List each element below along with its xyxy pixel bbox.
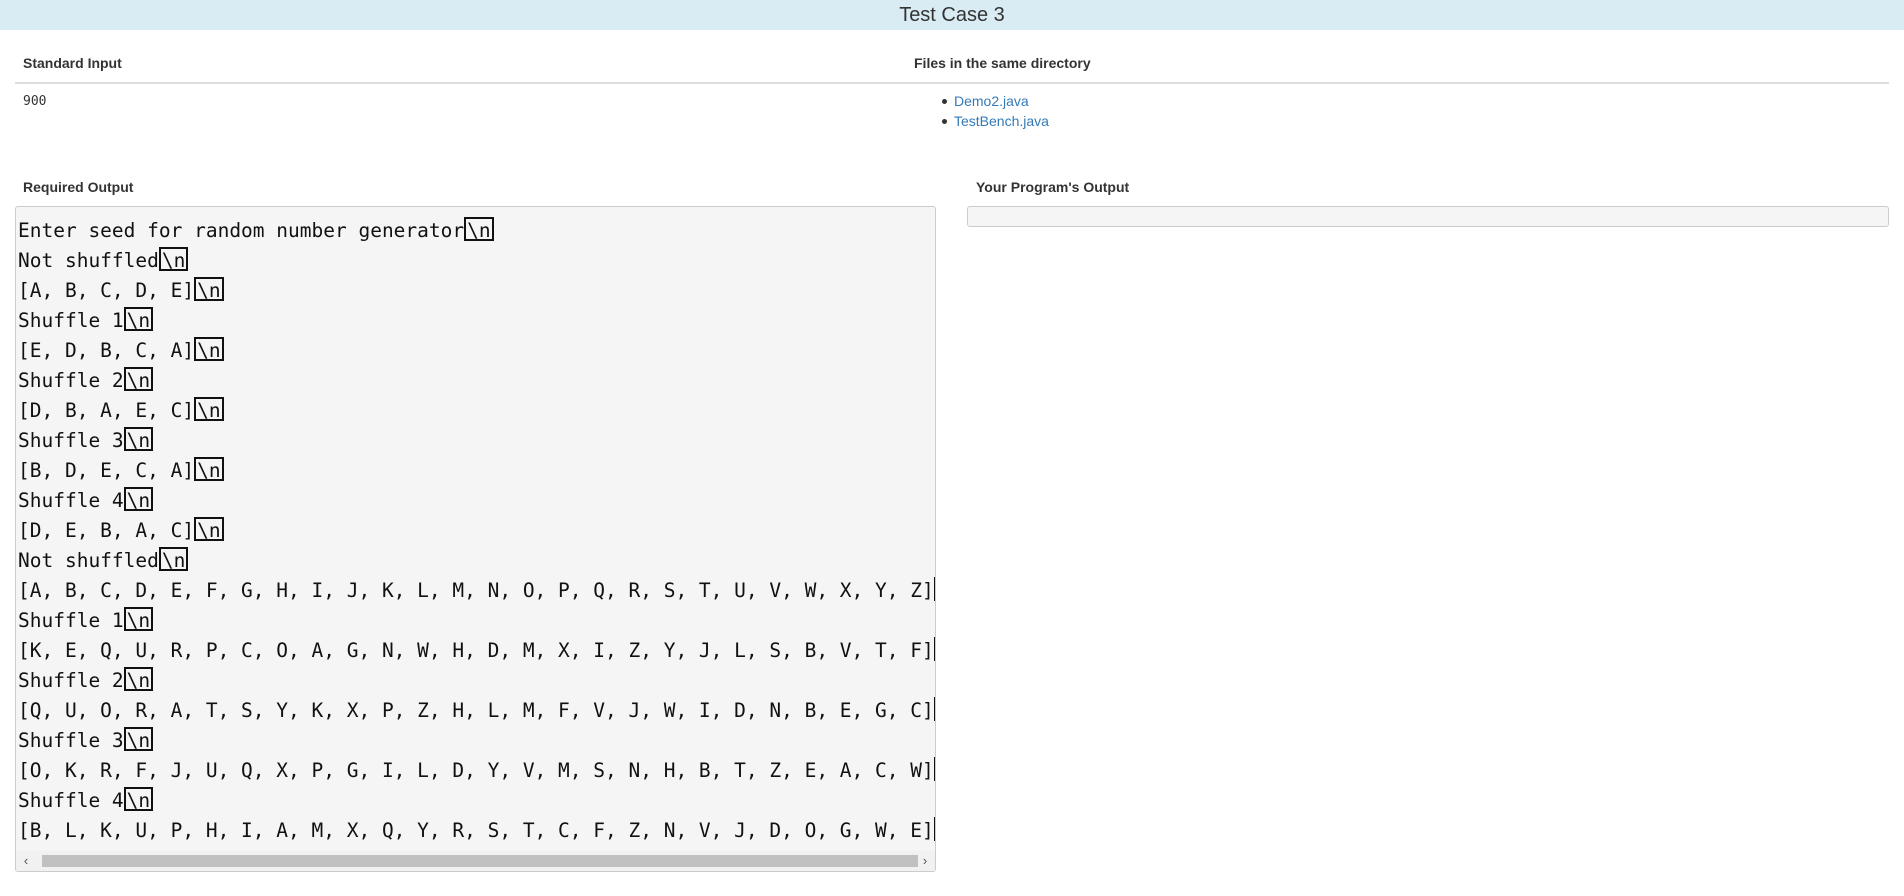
- output-line: [D, B, A, E, C] \n: [18, 396, 935, 426]
- output-line: Shuffle 3 \n: [18, 726, 935, 756]
- newline-marker: \n: [123, 367, 154, 392]
- output-line: [A, B, C, D, E] \n: [18, 276, 935, 306]
- output-line: [K, E, Q, U, R, P, C, O, A, G, N, W, H, …: [18, 636, 935, 666]
- newline-marker: \n: [933, 577, 935, 601]
- bullet-icon: [942, 99, 947, 104]
- output-line-text: [B, L, K, U, P, H, I, A, M, X, Q, Y, R, …: [18, 819, 934, 842]
- bullet-icon: [942, 119, 947, 124]
- file-link-demo2[interactable]: Demo2.java: [954, 93, 1029, 109]
- standard-input-value: 900: [23, 94, 47, 109]
- files-list: Demo2.java TestBench.java: [922, 91, 1049, 131]
- output-line: [Q, U, O, R, A, T, S, Y, K, X, P, Z, H, …: [18, 696, 935, 726]
- program-output-label: Your Program's Output: [976, 179, 1130, 195]
- output-line-text: Shuffle 1: [18, 609, 124, 632]
- header-divider: [15, 82, 1889, 84]
- files-label: Files in the same directory: [914, 55, 1091, 71]
- chevron-right-icon[interactable]: ›: [915, 851, 935, 871]
- output-line: Shuffle 4 \n: [18, 786, 935, 816]
- output-line-text: Not shuffled: [18, 249, 159, 272]
- output-line: [O, K, R, F, J, U, Q, X, P, G, I, L, D, …: [18, 756, 935, 786]
- output-line-text: [A, B, C, D, E]: [18, 279, 195, 302]
- output-line: [B, L, K, U, P, H, I, A, M, X, Q, Y, R, …: [18, 816, 935, 846]
- required-output-content: Enter seed for random number generator \n…: [18, 216, 935, 852]
- list-item: Demo2.java: [922, 91, 1049, 111]
- newline-marker: \n: [194, 277, 224, 302]
- newline-marker: \n: [123, 487, 154, 512]
- output-line-text: [B, D, E, C, A]: [18, 459, 195, 482]
- output-line-text: Shuffle 3: [18, 729, 124, 752]
- output-line: Not shuffled \n: [18, 246, 935, 276]
- newline-marker: \n: [123, 667, 154, 692]
- newline-marker: \n: [194, 337, 224, 362]
- newline-marker: \n: [123, 607, 154, 632]
- scrollbar-thumb[interactable]: [42, 855, 918, 867]
- page-title: Test Case 3: [0, 0, 1904, 30]
- output-line: [B, D, E, C, A] \n: [18, 456, 935, 486]
- required-output-box[interactable]: Enter seed for random number generator \n…: [15, 206, 936, 872]
- newline-marker: \n: [933, 697, 935, 721]
- output-line-text: [D, B, A, E, C]: [18, 399, 195, 422]
- newline-marker: \n: [194, 457, 224, 482]
- newline-marker: \n: [123, 727, 154, 752]
- output-line: Shuffle 4 \n: [18, 486, 935, 516]
- program-output-box[interactable]: [967, 206, 1889, 227]
- chevron-left-icon[interactable]: ‹: [16, 851, 36, 871]
- output-line-text: [Q, U, O, R, A, T, S, Y, K, X, P, Z, H, …: [18, 699, 934, 722]
- newline-marker: \n: [123, 307, 154, 332]
- output-line-text: Enter seed for random number generator: [18, 219, 465, 242]
- output-line-text: [D, E, B, A, C]: [18, 519, 195, 542]
- output-line-text: Shuffle 1: [18, 309, 124, 332]
- output-line: Enter seed for random number generator \n: [18, 216, 935, 246]
- list-item: TestBench.java: [922, 111, 1049, 131]
- newline-marker: \n: [933, 757, 935, 781]
- output-line: Shuffle 1 \n: [18, 306, 935, 336]
- newline-marker: \n: [464, 217, 494, 242]
- newline-marker: \n: [933, 637, 935, 661]
- newline-marker: \n: [158, 247, 189, 272]
- output-line: [D, E, B, A, C] \n: [18, 516, 935, 546]
- output-line-text: [O, K, R, F, J, U, Q, X, P, G, I, L, D, …: [18, 759, 934, 782]
- output-line-text: [K, E, Q, U, R, P, C, O, A, G, N, W, H, …: [18, 639, 934, 662]
- newline-marker: \n: [194, 517, 224, 542]
- output-line-text: Shuffle 2: [18, 669, 124, 692]
- output-line: Shuffle 2 \n: [18, 666, 935, 696]
- output-line-text: Shuffle 2: [18, 369, 124, 392]
- output-line-text: [A, B, C, D, E, F, G, H, I, J, K, L, M, …: [18, 579, 934, 602]
- output-line: [E, D, B, C, A] \n: [18, 336, 935, 366]
- required-output-label: Required Output: [23, 179, 134, 195]
- output-line: Shuffle 2 \n: [18, 366, 935, 396]
- newline-marker: \n: [933, 817, 935, 841]
- newline-marker: \n: [194, 397, 224, 422]
- file-link-testbench[interactable]: TestBench.java: [954, 113, 1049, 129]
- output-line-text: Shuffle 4: [18, 489, 124, 512]
- output-line: [A, B, C, D, E, F, G, H, I, J, K, L, M, …: [18, 576, 935, 606]
- newline-marker: \n: [158, 547, 189, 572]
- output-line-text: Shuffle 3: [18, 429, 124, 452]
- standard-input-label: Standard Input: [23, 55, 122, 71]
- output-line: Shuffle 1 \n: [18, 606, 935, 636]
- newline-marker: \n: [123, 787, 154, 812]
- output-line-text: Shuffle 4: [18, 789, 124, 812]
- output-line: Not shuffled \n: [18, 546, 935, 576]
- output-line: Shuffle 3 \n: [18, 426, 935, 456]
- output-line-text: Not shuffled: [18, 549, 159, 572]
- horizontal-scrollbar[interactable]: ‹ ›: [16, 851, 935, 871]
- output-line-text: [E, D, B, C, A]: [18, 339, 195, 362]
- newline-marker: \n: [123, 427, 154, 452]
